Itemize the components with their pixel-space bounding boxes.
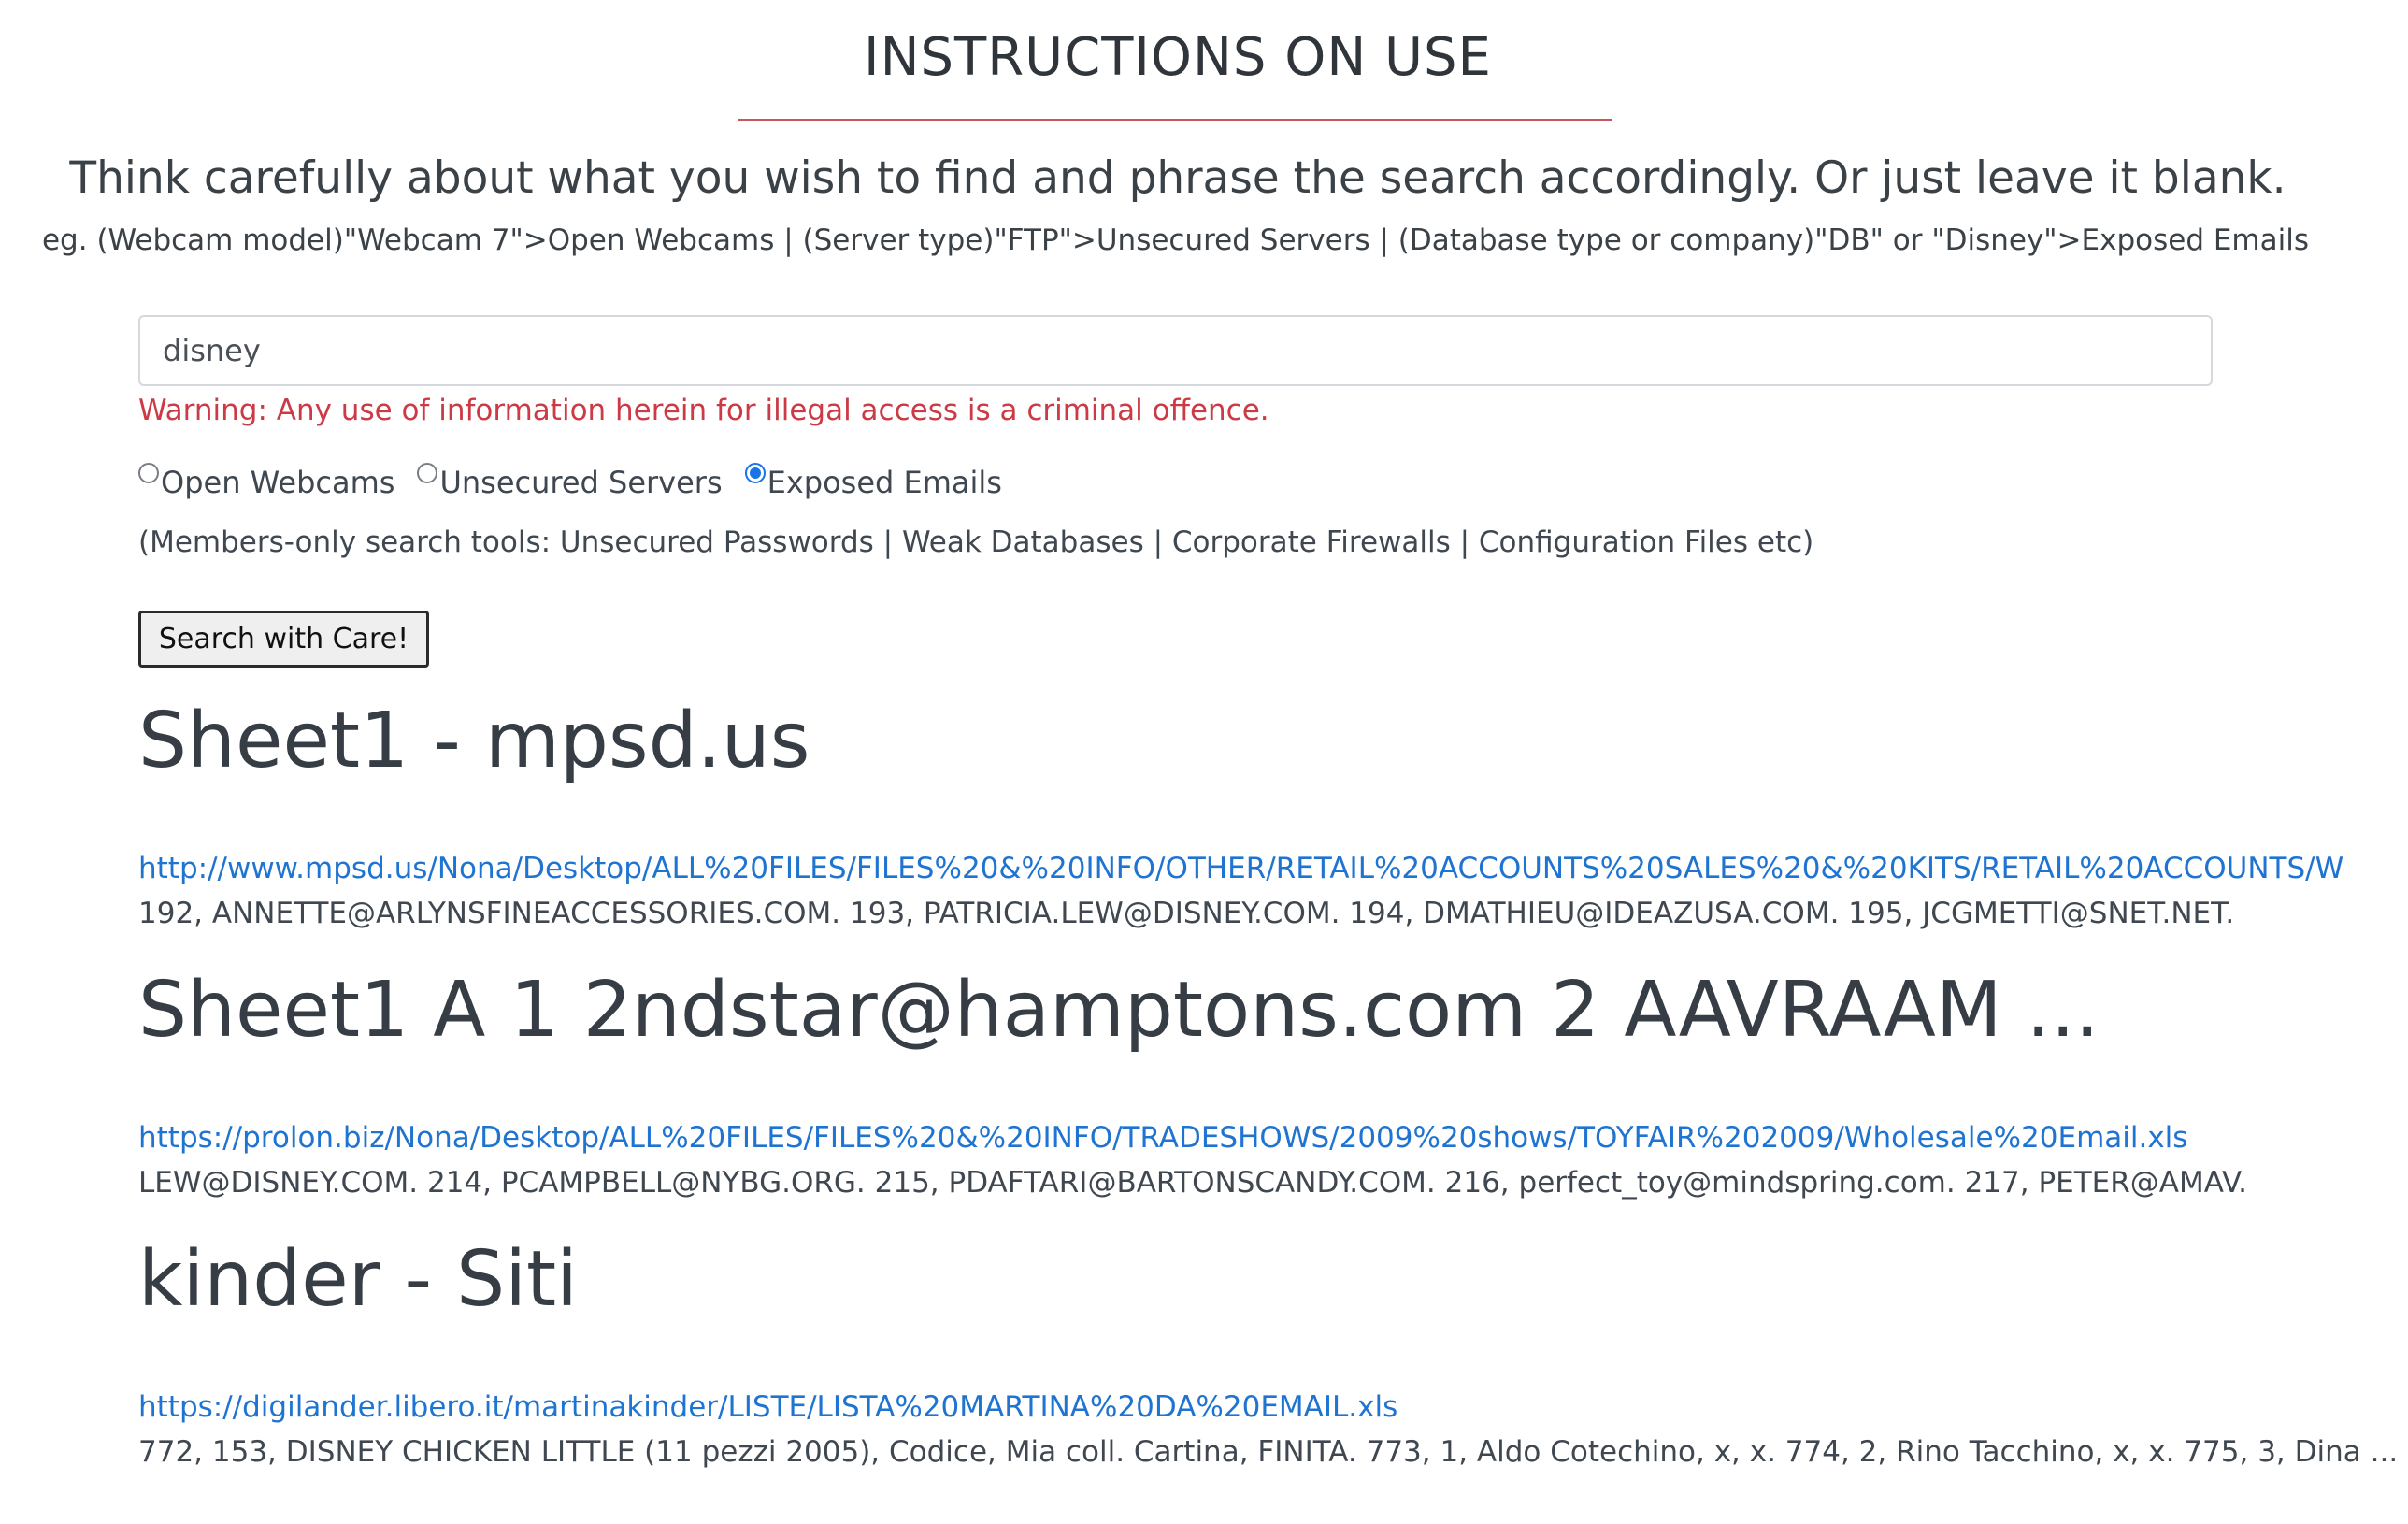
radio-unsecured-servers[interactable] [417,463,438,483]
radio-open-webcams[interactable] [138,463,159,483]
result-url[interactable]: https://prolon.biz/Nona/Desktop/ALL%20FI… [138,1118,2187,1157]
result-title[interactable]: Sheet1 - mpsd.us [138,695,810,788]
instructions-lead: Think carefully about what you wish to f… [69,152,2286,204]
option-label: Unsecured Servers [439,465,723,500]
result-snippet: LEW@DISNEY.COM. 214, PCAMPBELL@NYBG.ORG.… [138,1166,2248,1200]
option-label: Open Webcams [161,465,395,500]
option-label: Exposed Emails [767,465,1002,500]
search-input[interactable] [138,315,2213,386]
result-snippet: 772, 153, DISNEY CHICKEN LITTLE (11 pezz… [138,1435,2399,1469]
result-url[interactable]: http://www.mpsd.us/Nona/Desktop/ALL%20FI… [138,849,2344,888]
option-open-webcams[interactable]: Open Webcams [138,456,394,509]
search-type-options: Open Webcams Unsecured Servers Exposed E… [138,456,1025,507]
page-title: INSTRUCTIONS ON USE [864,27,1492,88]
option-unsecured-servers[interactable]: Unsecured Servers [417,456,723,509]
title-divider [738,119,1612,121]
legal-warning: Warning: Any use of information herein f… [138,394,1269,427]
radio-exposed-emails[interactable] [744,463,766,483]
instructions-example: eg. (Webcam model)"Webcam 7">Open Webcam… [41,223,2310,257]
option-exposed-emails[interactable]: Exposed Emails [744,456,1002,509]
search-button[interactable]: Search with Care! [138,611,429,668]
result-title[interactable]: Sheet1 A 1 2ndstar@hamptons.com 2 AAVRAA… [138,964,2100,1057]
members-only-note: (Members-only search tools: Unsecured Pa… [138,525,1814,559]
result-snippet: 192, ANNETTE@ARLYNSFINEACCESSORIES.COM. … [138,897,2235,930]
result-title[interactable]: kinder - Siti [138,1233,578,1327]
result-url[interactable]: https://digilander.libero.it/martinakind… [138,1387,1398,1427]
